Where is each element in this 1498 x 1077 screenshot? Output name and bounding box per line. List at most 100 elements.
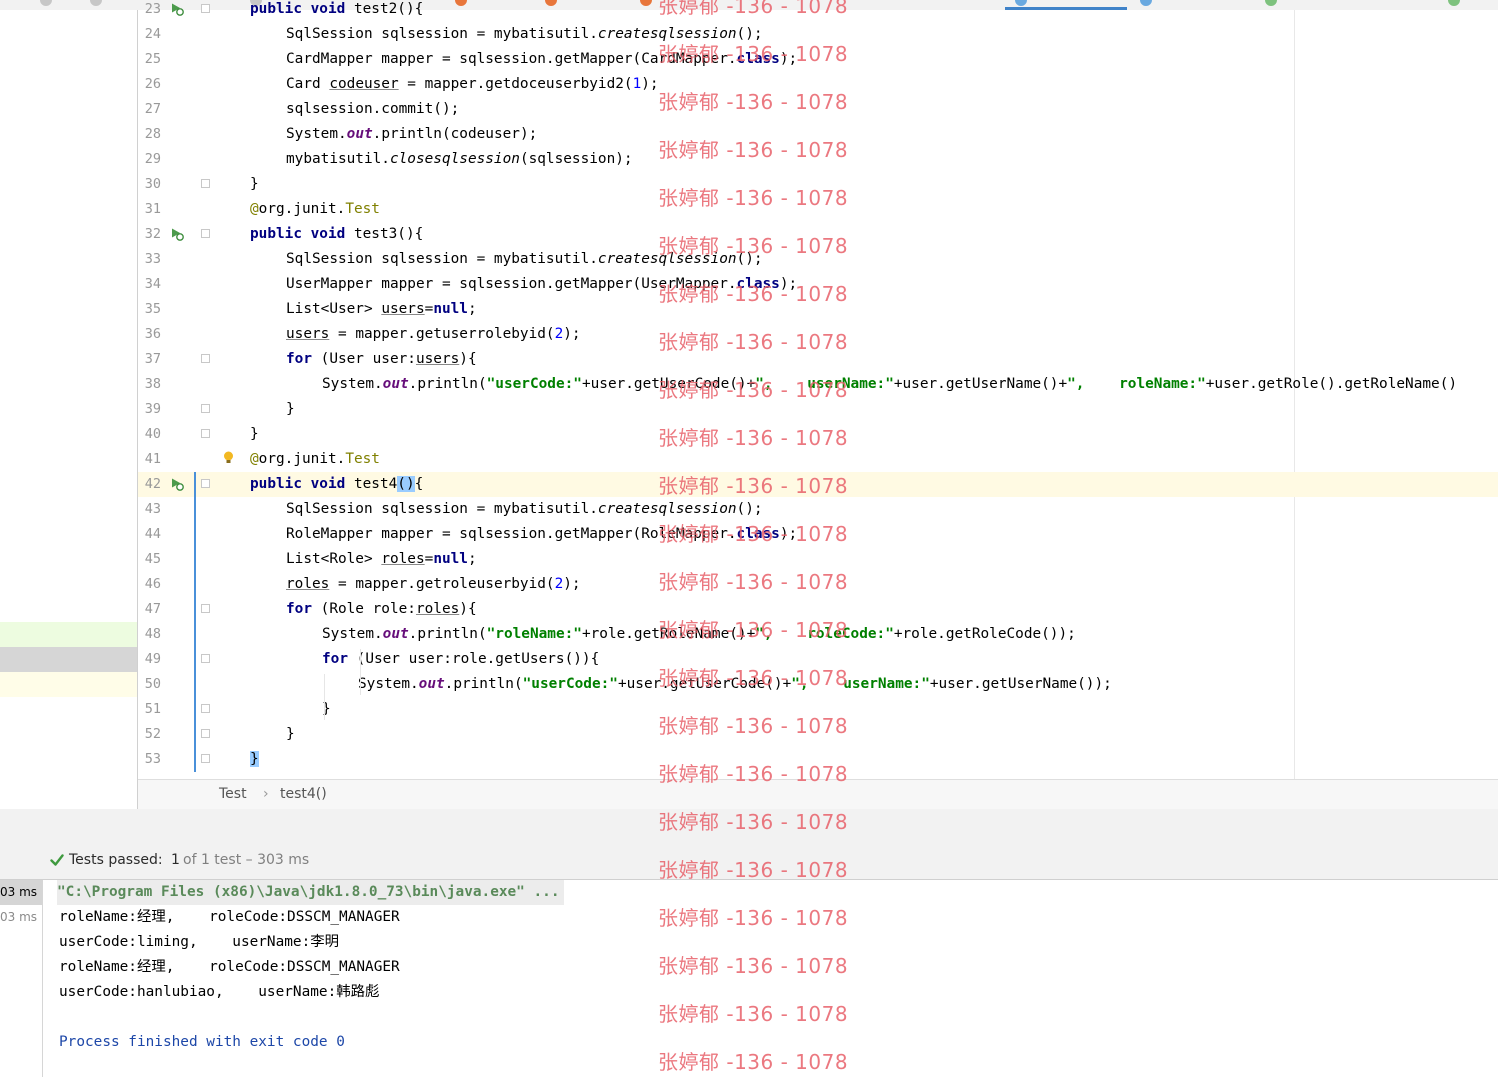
code-text[interactable]: System.out.println("roleName:"+role.getR…	[322, 622, 1076, 647]
lightbulb-icon[interactable]	[223, 451, 234, 464]
fold-toggle-icon[interactable]	[201, 429, 210, 438]
code-line[interactable]: 48 System.out.println("roleName:"+role.ge…	[138, 622, 1498, 647]
fold-toggle-icon[interactable]	[201, 4, 210, 13]
line-number[interactable]: 44	[138, 522, 161, 547]
code-text[interactable]: }	[250, 747, 259, 772]
line-number[interactable]: 27	[138, 97, 161, 122]
line-number[interactable]: 34	[138, 272, 161, 297]
line-number[interactable]: 25	[138, 47, 161, 72]
code-line[interactable]: 36 users = mapper.getuserrolebyid(2);	[138, 322, 1498, 347]
line-number[interactable]: 41	[138, 447, 161, 472]
code-text[interactable]: users = mapper.getuserrolebyid(2);	[286, 322, 581, 347]
breadcrumb-class[interactable]: Test	[219, 786, 247, 802]
code-text[interactable]: }	[286, 722, 295, 747]
project-row-selected[interactable]	[0, 647, 137, 672]
code-line[interactable]: 32 public void test3(){	[138, 222, 1498, 247]
line-number[interactable]: 51	[138, 697, 161, 722]
code-text[interactable]: @org.junit.Test	[250, 447, 380, 472]
code-text[interactable]: UserMapper mapper = sqlsession.getMapper…	[286, 272, 797, 297]
code-text[interactable]: @org.junit.Test	[250, 197, 380, 222]
code-line[interactable]: 34 UserMapper mapper = sqlsession.getMapp…	[138, 272, 1498, 297]
code-line[interactable]: 37 for (User user:users){	[138, 347, 1498, 372]
code-line[interactable]: 44 RoleMapper mapper = sqlsession.getMapp…	[138, 522, 1498, 547]
line-number[interactable]: 31	[138, 197, 161, 222]
code-line[interactable]: 39}	[138, 397, 1498, 422]
fold-toggle-icon[interactable]	[201, 479, 210, 488]
line-number[interactable]: 39	[138, 397, 161, 422]
code-text[interactable]: roles = mapper.getroleuserbyid(2);	[286, 572, 581, 597]
code-text[interactable]: sqlsession.commit();	[286, 97, 459, 122]
editor-tab[interactable]	[90, 0, 110, 10]
code-line[interactable]: 47 for (Role role:roles){	[138, 597, 1498, 622]
code-line[interactable]: 42 public void test4(){	[138, 472, 1498, 497]
line-number[interactable]: 24	[138, 22, 161, 47]
code-text[interactable]: public void test3(){	[250, 222, 423, 247]
code-line[interactable]: 27 sqlsession.commit();	[138, 97, 1498, 122]
code-text[interactable]: SqlSession sqlsession = mybatisutil.crea…	[286, 247, 763, 272]
code-text[interactable]: }	[250, 422, 259, 447]
code-line[interactable]: 38 System.out.println("userCode:"+user.ge…	[138, 372, 1498, 397]
code-line[interactable]: 24 SqlSession sqlsession = mybatisutil.cr…	[138, 22, 1498, 47]
test-tree[interactable]: 03 ms 03 ms	[0, 880, 43, 1077]
code-text[interactable]: public void test2(){	[250, 0, 423, 22]
code-line[interactable]: 28 System.out.println(codeuser);	[138, 122, 1498, 147]
code-line[interactable]: 52}	[138, 722, 1498, 747]
line-number[interactable]: 38	[138, 372, 161, 397]
code-line[interactable]: 41 @org.junit.Test	[138, 447, 1498, 472]
breadcrumb-method[interactable]: test4()	[280, 786, 327, 802]
code-line[interactable]: 40}	[138, 422, 1498, 447]
line-number[interactable]: 30	[138, 172, 161, 197]
test-duration[interactable]: 03 ms	[0, 880, 42, 905]
code-line[interactable]: 35 List<User> users=null;	[138, 297, 1498, 322]
fold-toggle-icon[interactable]	[201, 179, 210, 188]
line-number[interactable]: 40	[138, 422, 161, 447]
code-text[interactable]: RoleMapper mapper = sqlsession.getMapper…	[286, 522, 797, 547]
code-text[interactable]: }	[250, 172, 259, 197]
fold-toggle-icon[interactable]	[201, 754, 210, 763]
line-number[interactable]: 45	[138, 547, 161, 572]
code-text[interactable]: Card codeuser = mapper.getdoceuserbyid2(…	[286, 72, 659, 97]
line-number[interactable]: 52	[138, 722, 161, 747]
run-test-icon[interactable]	[170, 227, 184, 241]
code-line[interactable]: 33 SqlSession sqlsession = mybatisutil.cr…	[138, 247, 1498, 272]
code-text[interactable]: System.out.println(codeuser);	[286, 122, 537, 147]
code-text[interactable]: public void test4(){	[250, 472, 423, 497]
code-text[interactable]: for (User user:users){	[286, 347, 477, 372]
run-console[interactable]: "C:\Program Files (x86)\Java\jdk1.8.0_73…	[43, 880, 1498, 1077]
code-line[interactable]: 45 List<Role> roles=null;	[138, 547, 1498, 572]
editor-tab[interactable]	[40, 0, 60, 10]
code-line[interactable]: 46 roles = mapper.getroleuserbyid(2);	[138, 572, 1498, 597]
test-duration[interactable]: 03 ms	[0, 905, 42, 930]
code-line[interactable]: 50 System.out.println("userCode:"+user.ge…	[138, 672, 1498, 697]
fold-toggle-icon[interactable]	[201, 654, 210, 663]
line-number[interactable]: 37	[138, 347, 161, 372]
code-line[interactable]: 53}	[138, 747, 1498, 772]
line-number[interactable]: 50	[138, 672, 161, 697]
fold-toggle-icon[interactable]	[201, 229, 210, 238]
line-number[interactable]: 36	[138, 322, 161, 347]
code-line[interactable]: 23 public void test2(){	[138, 0, 1498, 22]
code-line[interactable]: 51}	[138, 697, 1498, 722]
code-text[interactable]: System.out.println("userCode:"+user.getU…	[358, 672, 1112, 697]
run-test-icon[interactable]	[170, 477, 184, 491]
fold-toggle-icon[interactable]	[201, 354, 210, 363]
project-row-highlight-yellow[interactable]	[0, 672, 137, 697]
line-number[interactable]: 33	[138, 247, 161, 272]
code-line[interactable]: 25 CardMapper mapper = sqlsession.getMapp…	[138, 47, 1498, 72]
code-text[interactable]: System.out.println("userCode:"+user.getU…	[322, 372, 1457, 397]
line-number[interactable]: 23	[138, 0, 161, 22]
code-line[interactable]: 31 @org.junit.Test	[138, 197, 1498, 222]
fold-toggle-icon[interactable]	[201, 604, 210, 613]
line-number[interactable]: 53	[138, 747, 161, 772]
code-line[interactable]: 49 for (User user:role.getUsers()){	[138, 647, 1498, 672]
code-line[interactable]: 29 mybatisutil.closesqlsession(sqlsession…	[138, 147, 1498, 172]
line-number[interactable]: 48	[138, 622, 161, 647]
run-test-icon[interactable]	[170, 2, 184, 16]
code-text[interactable]: CardMapper mapper = sqlsession.getMapper…	[286, 47, 797, 72]
line-number[interactable]: 26	[138, 72, 161, 97]
line-number[interactable]: 49	[138, 647, 161, 672]
code-text[interactable]: List<Role> roles=null;	[286, 547, 477, 572]
code-text[interactable]: }	[286, 397, 295, 422]
code-text[interactable]: SqlSession sqlsession = mybatisutil.crea…	[286, 22, 763, 47]
project-row-highlight-green[interactable]	[0, 622, 137, 647]
